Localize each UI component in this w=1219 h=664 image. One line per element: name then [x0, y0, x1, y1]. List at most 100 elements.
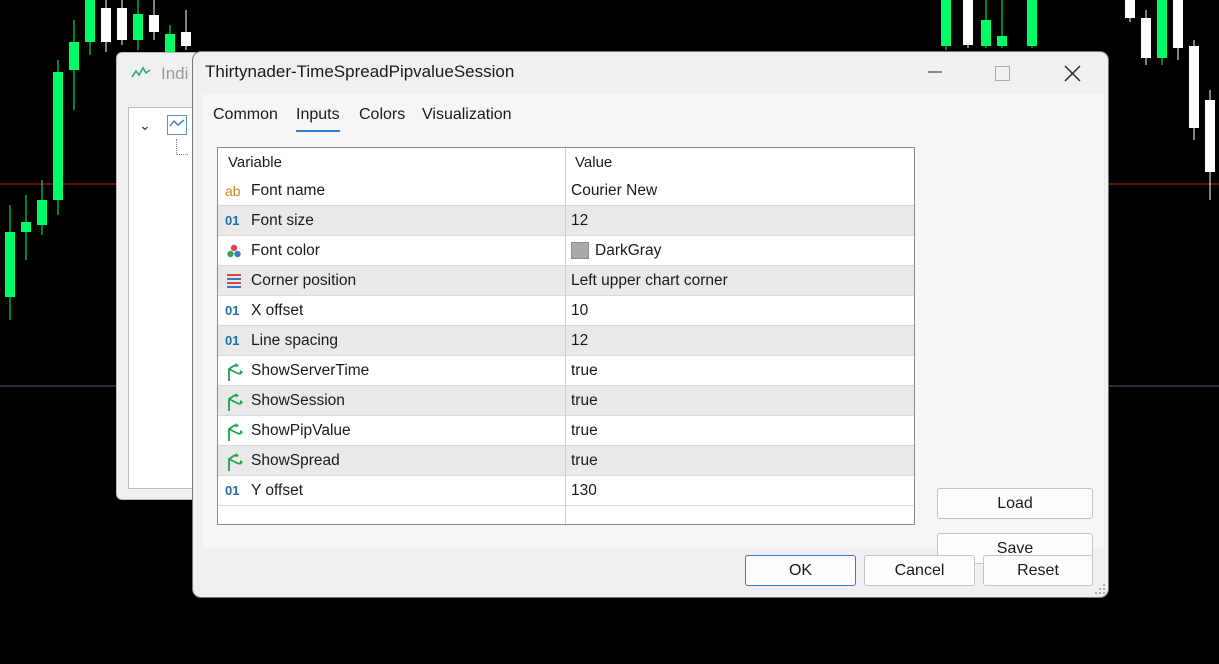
close-button[interactable] [1049, 56, 1095, 88]
table-row[interactable]: ShowServerTime true [218, 356, 914, 386]
variable-name: X offset [251, 302, 304, 319]
cell-separator [565, 296, 566, 326]
variable-name: ShowServerTime [251, 362, 370, 379]
candle-body [85, 0, 95, 42]
color-swatch[interactable] [571, 242, 589, 259]
variable-name: Font name [251, 182, 326, 199]
candle-body [165, 34, 175, 52]
candle-body [1173, 0, 1183, 48]
dialog-content: Common Inputs Colors Visualization Varia… [203, 94, 1104, 564]
variable-value[interactable]: true [571, 392, 598, 410]
candle-body [997, 36, 1007, 46]
title-bar[interactable]: Thirtynader-TimeSpreadPipvalueSession [193, 52, 1108, 92]
string-icon: ab [225, 183, 241, 199]
column-header-variable[interactable]: Variable [228, 154, 282, 171]
tab-visualization[interactable]: Visualization [422, 106, 512, 124]
variable-name: Line spacing [251, 332, 339, 349]
table-row[interactable]: ab Font name Courier New [218, 176, 914, 206]
candle-body [963, 0, 973, 45]
candle-body [1157, 0, 1167, 58]
candle-body [149, 15, 159, 32]
variable-name: ShowPipValue [251, 422, 351, 439]
bool-icon [225, 363, 243, 381]
minimize-icon [928, 71, 942, 73]
load-button[interactable]: Load [937, 488, 1093, 519]
tree-connector [176, 139, 188, 155]
integer-icon: 01 [225, 303, 240, 318]
tree-node-icon[interactable] [167, 115, 187, 135]
tab-common[interactable]: Common [213, 106, 278, 124]
table-row[interactable]: Corner position Left upper chart corner [218, 266, 914, 296]
candle-body [181, 32, 191, 46]
column-header-value[interactable]: Value [575, 154, 612, 171]
candle-body [1189, 46, 1199, 128]
cancel-button[interactable]: Cancel [864, 555, 975, 586]
candle-body [981, 20, 991, 46]
variable-value[interactable]: 10 [571, 302, 588, 320]
bool-icon [225, 453, 243, 471]
candle-body [1141, 18, 1151, 58]
candle-body [133, 14, 143, 40]
chevron-down-icon[interactable]: ⌄ [139, 117, 151, 134]
tab-inputs[interactable]: Inputs [296, 106, 340, 132]
cell-separator [565, 266, 566, 296]
variable-value[interactable]: Courier New [571, 182, 657, 200]
variable-name: Font color [251, 242, 320, 259]
cell-separator [565, 326, 566, 356]
tab-colors[interactable]: Colors [359, 106, 405, 124]
maximize-icon [995, 66, 1010, 81]
cell-separator [565, 476, 566, 506]
cell-separator [565, 416, 566, 446]
variable-value[interactable]: true [571, 422, 598, 440]
resize-grip-icon[interactable] [1094, 583, 1106, 595]
cell-separator [565, 386, 566, 416]
minimize-button[interactable] [911, 56, 957, 88]
variable-name: Font size [251, 212, 314, 229]
inputs-grid[interactable]: Variable Value ab Font name Courier New 01 F… [217, 147, 915, 525]
tab-bar: Common Inputs Colors Visualization [203, 94, 1104, 134]
cell-separator [565, 356, 566, 386]
color-icon [225, 243, 243, 259]
candle-body [117, 8, 127, 40]
table-row[interactable]: 01 Line spacing 12 [218, 326, 914, 356]
variable-value[interactable]: 130 [571, 482, 597, 500]
candle-body [53, 72, 63, 200]
maximize-button[interactable] [979, 56, 1025, 88]
candle-body [37, 200, 47, 225]
variable-value[interactable]: 12 [571, 212, 588, 230]
indicator-properties-dialog: Thirtynader-TimeSpreadPipvalueSession Co… [193, 52, 1108, 597]
table-row[interactable]: ShowPipValue true [218, 416, 914, 446]
cell-separator [565, 176, 566, 206]
variable-value[interactable]: DarkGray [595, 242, 661, 260]
table-row[interactable]: 01 Font size 12 [218, 206, 914, 236]
variable-value[interactable]: Left upper chart corner [571, 272, 728, 290]
indicator-icon [131, 66, 151, 78]
reset-button[interactable]: Reset [983, 555, 1093, 586]
table-row[interactable]: ShowSession true [218, 386, 914, 416]
integer-icon: 01 [225, 213, 240, 228]
variable-name: ShowSession [251, 392, 345, 409]
integer-icon: 01 [225, 483, 240, 498]
table-row[interactable]: 01 Y offset 130 [218, 476, 914, 506]
grid-header: Variable Value [218, 148, 914, 176]
candle-body [21, 222, 31, 232]
variable-value[interactable]: 12 [571, 332, 588, 350]
candle-body [941, 0, 951, 46]
variable-value[interactable]: true [571, 452, 598, 470]
integer-icon: 01 [225, 333, 240, 348]
cell-separator [565, 236, 566, 266]
cell-separator [565, 446, 566, 476]
close-icon [1064, 65, 1081, 82]
candle-body [101, 8, 111, 42]
candle-body [5, 232, 15, 297]
variable-name: Y offset [251, 482, 303, 499]
ok-button[interactable]: OK [745, 555, 856, 586]
enum-icon [225, 273, 243, 289]
variable-name: Corner position [251, 272, 357, 289]
bool-icon [225, 423, 243, 441]
table-row[interactable]: ShowSpread true [218, 446, 914, 476]
bool-icon [225, 393, 243, 411]
table-row[interactable]: 01 X offset 10 [218, 296, 914, 326]
table-row[interactable]: Font color DarkGray [218, 236, 914, 266]
variable-value[interactable]: true [571, 362, 598, 380]
